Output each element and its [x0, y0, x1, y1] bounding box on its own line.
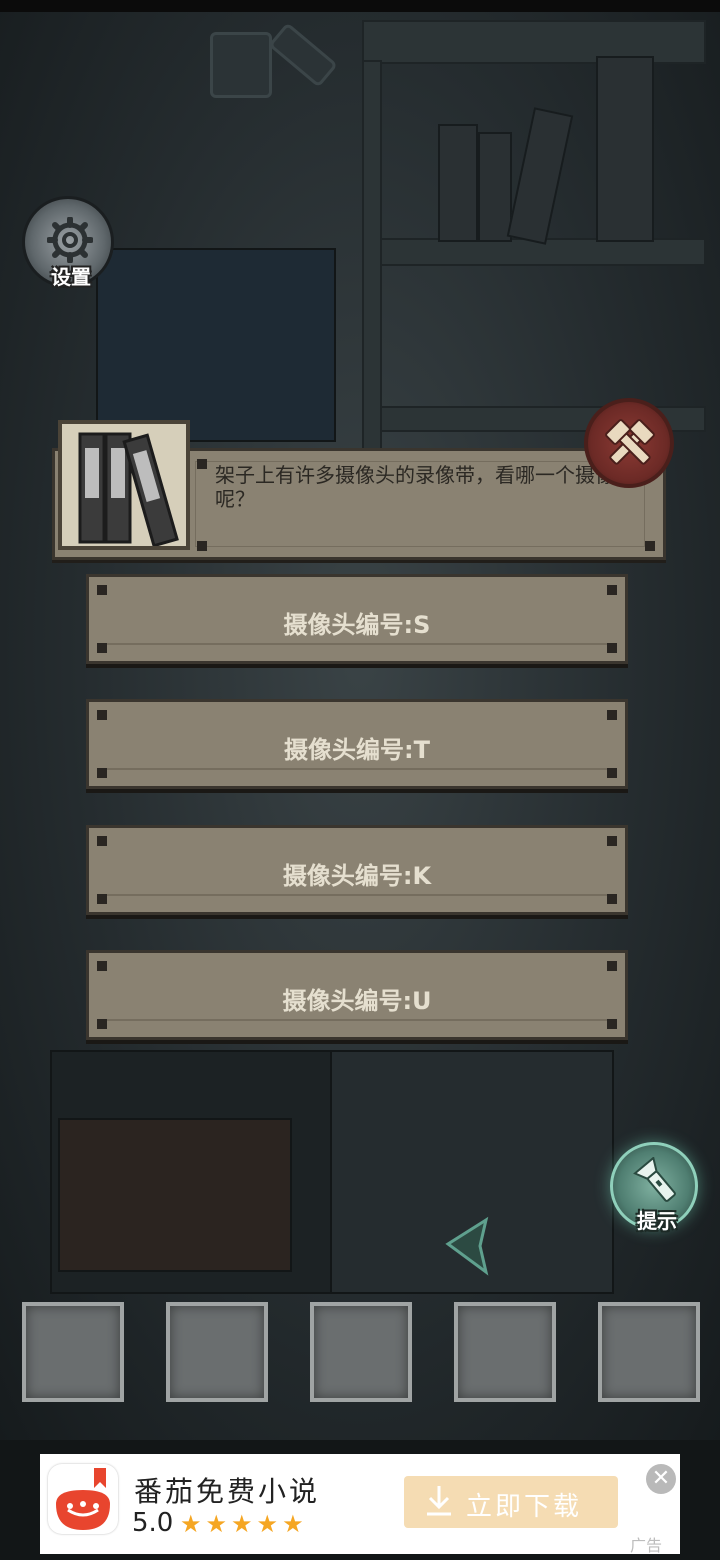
close-dialog-button[interactable] — [584, 398, 674, 488]
wall-pipe — [268, 22, 338, 88]
dialog-rivet — [197, 541, 207, 551]
crossed-tools-icon — [605, 419, 655, 465]
download-button[interactable]: 立即下载 — [404, 1476, 618, 1528]
option-rivet — [607, 1019, 617, 1029]
option-rivet — [607, 961, 617, 971]
option-rivet — [607, 643, 617, 653]
shelf-book — [596, 56, 654, 242]
ad-title: 番茄免费小说 — [134, 1475, 321, 1508]
flashlight-icon — [633, 1157, 676, 1202]
option-divider — [107, 894, 607, 896]
dialog-text: 架子上有许多摄像头的录像带，看哪一个摄像头呢？ — [215, 463, 635, 511]
option-label: 摄像头编号:T — [284, 736, 430, 764]
inventory-slot[interactable] — [598, 1302, 700, 1402]
option-rivet — [97, 768, 107, 778]
rating-stars: ★★★★★ — [180, 1510, 308, 1538]
videotape-binders-icon — [58, 420, 190, 550]
download-icon — [427, 1486, 451, 1516]
camera-option-s[interactable]: 摄像头编号:S — [86, 574, 628, 664]
camera-option-u[interactable]: 摄像头编号:U — [86, 950, 628, 1040]
shelf-book — [478, 132, 512, 242]
option-rivet — [97, 836, 107, 846]
settings-label: 设置 — [51, 265, 91, 289]
option-rivet — [607, 836, 617, 846]
shelf-book — [438, 124, 478, 242]
ad-close-button[interactable]: ✕ — [646, 1464, 676, 1494]
option-rivet — [607, 585, 617, 595]
inventory-slot[interactable] — [454, 1302, 556, 1402]
option-label: 摄像头编号:K — [282, 862, 432, 890]
option-divider — [107, 768, 607, 770]
option-label: 摄像头编号:S — [283, 611, 431, 639]
dialog-rivet — [645, 541, 655, 551]
settings-button[interactable]: 设置 — [22, 196, 114, 289]
option-divider — [107, 1019, 607, 1021]
shelf-book — [506, 107, 574, 245]
inventory-slot[interactable] — [310, 1302, 412, 1402]
crate — [58, 1118, 292, 1272]
option-rivet — [97, 643, 107, 653]
back-arrow-icon[interactable] — [440, 1214, 496, 1280]
ad-rating: 5.0 — [132, 1508, 174, 1538]
wall-pipe-bracket — [210, 32, 272, 98]
dialog-rivet — [197, 459, 207, 469]
option-rivet — [97, 961, 107, 971]
option-divider — [107, 643, 607, 645]
gear-icon — [47, 217, 93, 263]
option-rivet — [607, 894, 617, 904]
option-rivet — [97, 585, 107, 595]
inventory-slot[interactable] — [22, 1302, 124, 1402]
status-bar — [0, 0, 720, 12]
camera-option-k[interactable]: 摄像头编号:K — [86, 825, 628, 915]
option-rivet — [97, 710, 107, 720]
option-rivet — [607, 710, 617, 720]
shelf-post — [362, 60, 382, 484]
option-rivet — [97, 894, 107, 904]
wall-window — [96, 248, 336, 442]
tomato-novel-logo-icon — [48, 1464, 118, 1534]
option-rivet — [97, 1019, 107, 1029]
ad-banner[interactable]: 番茄免费小说 5.0 ★★★★★ 立即下载 ✕ 广告 — [40, 1454, 680, 1555]
hint-button[interactable]: 提示 — [610, 1142, 698, 1233]
camera-option-t[interactable]: 摄像头编号:T — [86, 699, 628, 789]
hint-label: 提示 — [637, 1209, 677, 1233]
option-rivet — [607, 768, 617, 778]
option-label: 摄像头编号:U — [282, 987, 432, 1015]
ad-tag: 广告 — [630, 1536, 663, 1555]
download-label: 立即下载 — [466, 1492, 583, 1522]
shelf-frame — [362, 20, 706, 64]
inventory-slot[interactable] — [166, 1302, 268, 1402]
